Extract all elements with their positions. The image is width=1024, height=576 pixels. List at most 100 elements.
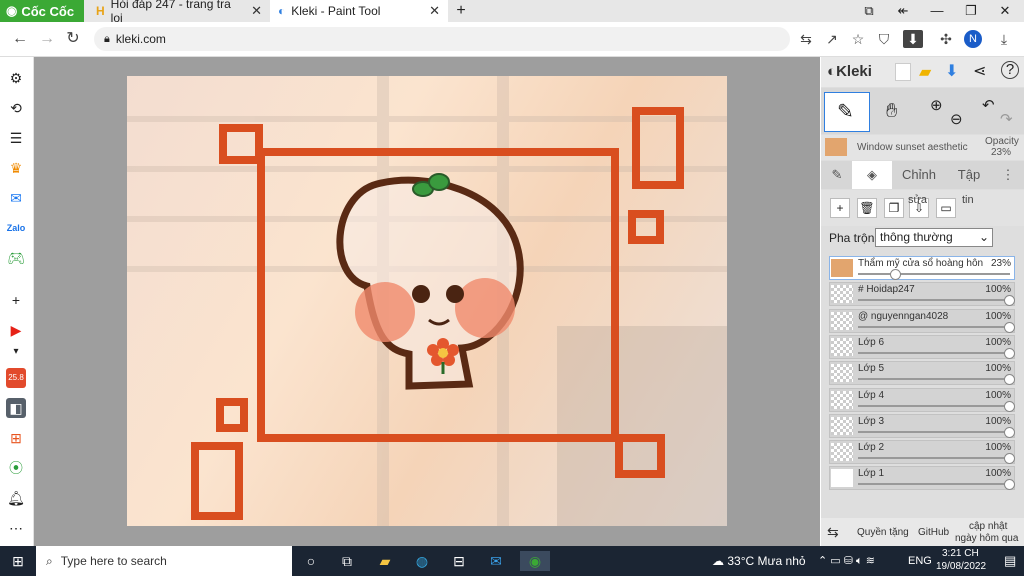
blend-mode-select[interactable]: thông thường ⌄ <box>875 228 993 247</box>
slider-knob[interactable] <box>1004 374 1015 386</box>
file-explorer-icon[interactable]: ▰ <box>374 551 396 571</box>
slider-knob[interactable] <box>1004 400 1015 412</box>
slider-knob[interactable] <box>1004 295 1015 307</box>
shield-icon[interactable]: ⛉ <box>874 30 894 48</box>
layer-opacity-slider[interactable] <box>858 457 1010 460</box>
restore-icon[interactable]: ❐ <box>954 0 988 22</box>
reload-icon[interactable]: ↻ <box>63 29 83 49</box>
tray-icons[interactable]: ⌃ ▭ ⛁ 🔈︎ ≋ <box>818 554 875 568</box>
zoom-out-icon[interactable]: ⊖ <box>950 110 963 128</box>
more-vert-icon[interactable]: ⋮ <box>1000 161 1016 189</box>
game-controller-icon[interactable]: 🎮︎ <box>6 248 26 268</box>
zoom-in-icon[interactable]: ⊕ <box>930 96 943 114</box>
cortana-icon[interactable]: ○ <box>300 551 322 571</box>
task-view-icon[interactable]: ⧉ <box>336 551 358 571</box>
tab-kleki[interactable]: ◐ Kleki - Paint Tool ✕ <box>270 0 448 22</box>
layer-row[interactable]: Lớp 2 100% <box>829 440 1015 465</box>
profile-app-icon[interactable]: ◧ <box>6 398 26 418</box>
rename-layer-icon[interactable]: ▭ <box>936 198 956 218</box>
translate-icon[interactable]: ⇆ <box>796 30 816 48</box>
map-pin-icon[interactable]: ⦿ <box>6 458 26 478</box>
avatar[interactable]: N <box>964 30 982 48</box>
layer-opacity-slider[interactable] <box>858 273 1010 275</box>
shopping-badge[interactable]: 25.8 <box>6 368 26 388</box>
language-indicator[interactable]: ENG <box>908 555 932 567</box>
github-link[interactable]: GitHub <box>918 527 949 538</box>
youtube-icon[interactable]: ▶ <box>6 320 26 340</box>
layer-row[interactable]: Lớp 4 100% <box>829 387 1015 412</box>
coccoc-taskbar-icon[interactable]: ◉ <box>520 551 550 571</box>
wifi-icon[interactable]: ≋ <box>866 555 875 567</box>
share-icon[interactable]: ⋖ <box>973 61 986 81</box>
layer-opacity-slider[interactable] <box>858 299 1010 302</box>
swap-icon[interactable]: ⇆ <box>827 524 839 541</box>
settings-gear-icon[interactable]: ⚙ <box>6 68 26 88</box>
close-tab-icon[interactable]: ✕ <box>429 3 440 19</box>
layer-row[interactable]: # Hoidap247 100% <box>829 282 1015 307</box>
layer-row[interactable]: Lớp 6 100% <box>829 334 1015 359</box>
expand-chevron-icon[interactable]: ▾ <box>6 342 26 362</box>
slider-knob[interactable] <box>1004 347 1015 359</box>
battery-icon[interactable]: ▭ <box>830 555 840 567</box>
layer-opacity-slider[interactable] <box>858 351 1010 354</box>
url-bar[interactable]: 🔒︎ kleki.com <box>94 27 790 51</box>
extensions-icon[interactable]: ✣ <box>936 30 956 48</box>
add-app-icon[interactable]: + <box>6 290 26 310</box>
volume-icon[interactable]: 🔈︎ <box>856 555 863 567</box>
tab-brush[interactable]: ✎ <box>826 161 848 189</box>
layer-opacity-slider[interactable] <box>858 378 1010 381</box>
add-layer-icon[interactable]: + <box>830 198 850 218</box>
forward-icon[interactable]: → <box>37 29 57 49</box>
back-history-icon[interactable]: ↞ <box>886 0 920 22</box>
donate-link[interactable]: Quyền tặng <box>857 527 909 538</box>
tab-layers[interactable]: ◈ <box>852 161 892 189</box>
games-app-icon[interactable]: ⊞ <box>6 428 26 448</box>
screenshot-icon[interactable]: ⧉ <box>852 0 886 22</box>
more-icon[interactable]: ⋯ <box>6 518 26 538</box>
network-icon[interactable]: ⛁ <box>844 555 853 567</box>
store-icon[interactable]: ⊟ <box>448 551 470 571</box>
slider-knob[interactable] <box>890 269 902 280</box>
clock-time[interactable]: 3:21 CH <box>942 548 979 559</box>
layer-row[interactable]: @ nguyenngan4028 100% <box>829 308 1015 333</box>
save-download-icon[interactable]: ⬇ <box>945 61 958 81</box>
layer-row[interactable]: Lớp 5 100% <box>829 361 1015 386</box>
browser-logo[interactable]: ◉ Cốc Cốc <box>0 0 84 22</box>
download-ext-icon[interactable]: ⬇ <box>903 30 923 48</box>
reading-list-icon[interactable]: ☰ <box>6 128 26 148</box>
layer-opacity-slider[interactable] <box>858 483 1010 486</box>
duplicate-layer-icon[interactable]: ❐ <box>884 198 904 218</box>
clock-date[interactable]: 19/08/2022 <box>936 561 986 572</box>
windows-start-icon[interactable]: ⊞ <box>7 551 29 571</box>
layer-opacity-slider[interactable] <box>858 404 1010 407</box>
downloads-icon[interactable]: ⤓ <box>994 30 1014 48</box>
slider-knob[interactable] <box>1004 479 1015 491</box>
edge-icon[interactable]: ◍ <box>411 551 433 571</box>
new-tab-icon[interactable]: + <box>452 2 470 20</box>
bookmark-star-icon[interactable]: ☆ <box>848 30 868 48</box>
slider-knob[interactable] <box>1004 321 1015 333</box>
minimize-icon[interactable]: — <box>920 0 954 22</box>
tray-overflow-icon[interactable]: ⌃ <box>818 555 827 567</box>
tab-file[interactable]: Tập <box>946 161 992 189</box>
undo-icon[interactable]: ↶ <box>982 96 995 114</box>
open-folder-icon[interactable]: ▰ <box>919 62 931 82</box>
layer-opacity-slider[interactable] <box>858 325 1010 328</box>
brush-preset-row[interactable]: Window sunset aesthetic Opacity 23% <box>821 135 1024 160</box>
help-icon[interactable]: ? <box>1001 61 1019 79</box>
layer-row[interactable]: Thẩm mỹ cửa sổ hoàng hôn 23% <box>829 256 1015 280</box>
crown-icon[interactable]: ♛ <box>6 158 26 178</box>
notification-center-icon[interactable]: ▤ <box>1004 553 1016 569</box>
slider-knob[interactable] <box>1004 426 1015 438</box>
tab-edit[interactable]: Chỉnh <box>896 161 942 189</box>
hand-tool-icon[interactable]: ✋︎ <box>886 100 897 123</box>
layer-opacity-slider[interactable] <box>858 430 1010 433</box>
delete-layer-icon[interactable]: 🗑︎ <box>857 198 877 218</box>
layer-row[interactable]: Lớp 3 100% <box>829 413 1015 438</box>
history-icon[interactable]: ⟲ <box>6 98 26 118</box>
slider-knob[interactable] <box>1004 453 1015 465</box>
drawing-canvas[interactable] <box>127 76 727 526</box>
close-tab-icon[interactable]: ✕ <box>251 3 262 19</box>
weather-widget[interactable]: ☁ 33°C Mưa nhỏ <box>712 554 806 568</box>
taskbar-search[interactable]: ⌕ Type here to search <box>36 546 292 576</box>
